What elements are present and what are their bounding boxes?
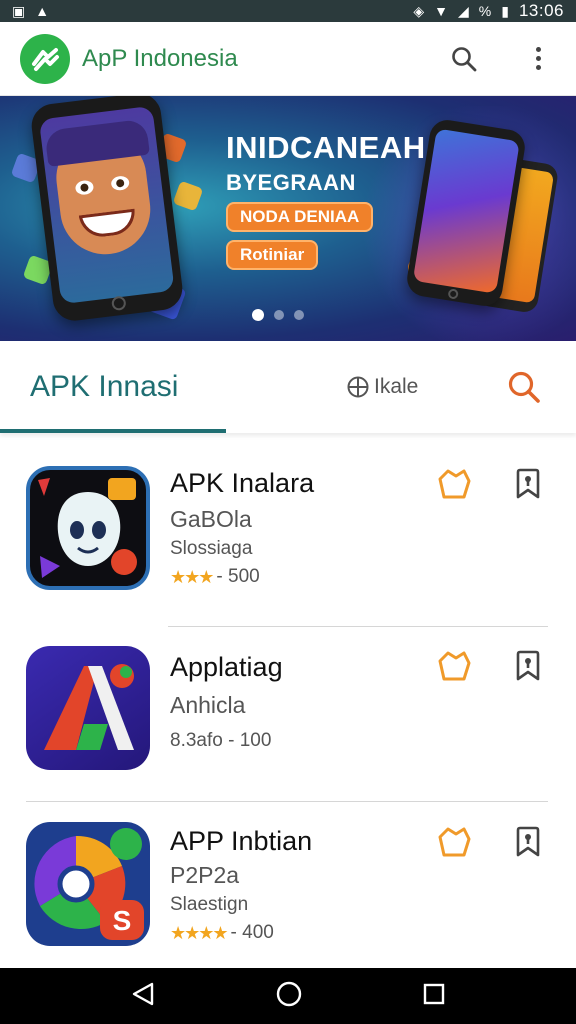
- app-icon-circle[interactable]: S: [26, 822, 150, 946]
- status-bar: ▣ ▲ ◈ ▼ ◢ % ▮ 13:06: [0, 0, 576, 22]
- svg-text:S: S: [113, 905, 132, 936]
- bookmark-button[interactable]: [510, 464, 546, 504]
- search-icon: [508, 371, 540, 403]
- list-item[interactable]: Applatiag Anhicla 8.3afo - 100: [0, 616, 576, 802]
- tab-search-button[interactable]: [502, 365, 546, 409]
- system-nav-bar: [0, 968, 576, 1024]
- bookmark-icon: [516, 650, 540, 681]
- back-button[interactable]: [130, 981, 156, 1012]
- app-category: Slaestign: [170, 894, 249, 915]
- favorite-button[interactable]: [434, 822, 474, 862]
- promo-banner[interactable]: INIDCANEAH BYEGRAAN NODA DENIAA Rotiniar: [0, 96, 576, 341]
- banner-title: INIDCANEAH: [226, 130, 426, 165]
- tab-bar: APK Innasi Ikale: [0, 341, 576, 433]
- status-left: ▣ ▲: [12, 4, 49, 18]
- tab-second-label: Ikale: [374, 375, 419, 398]
- banner-subtitle: BYEGRAAN: [226, 170, 356, 195]
- app-icon-ghost[interactable]: [26, 466, 150, 590]
- app-name[interactable]: APK Inalara: [170, 468, 314, 499]
- tag-icon: [438, 651, 471, 681]
- list-item[interactable]: APK Inalara GaBOla Slossiaga ★★★ - 500: [0, 440, 576, 627]
- bookmark-icon: [516, 468, 540, 499]
- app-meta: ★★★ - 500: [170, 566, 260, 588]
- battery-percent: %: [478, 3, 492, 19]
- logo-mark-icon: [32, 47, 59, 71]
- floating-box-icon: [172, 180, 204, 212]
- app-developer: GaBOla: [170, 506, 252, 532]
- app-title: ApP Indonesia: [82, 44, 238, 72]
- app-icon-a[interactable]: [26, 646, 150, 770]
- carousel-dot[interactable]: [294, 310, 304, 320]
- app-developer: Anhicla: [170, 692, 246, 718]
- tag-icon: [438, 469, 471, 499]
- favorite-button[interactable]: [434, 646, 474, 686]
- list-item[interactable]: S APP Inbtian P2P2a Slaestign ★★★★ - 400: [0, 792, 576, 962]
- app-screen: ▣ ▲ ◈ ▼ ◢ % ▮ 13:06 ApP Indonesia INIDCA…: [0, 0, 576, 1024]
- recents-button[interactable]: [422, 982, 446, 1011]
- tab-second[interactable]: Ikale: [346, 341, 418, 433]
- banner-primary-button[interactable]: NODA DENIAA: [226, 202, 374, 232]
- star-rating-icon: ★★★: [170, 566, 214, 587]
- carousel-indicator: [252, 309, 304, 321]
- globe-icon: [347, 376, 369, 398]
- phone-illustration-left: [29, 96, 185, 324]
- banner-secondary-button[interactable]: Rotiniar: [226, 240, 319, 270]
- vibrate-icon: ◈: [413, 3, 425, 19]
- clock: 13:06: [518, 1, 564, 20]
- app-downloads: - 500: [216, 566, 260, 587]
- bookmark-button[interactable]: [510, 646, 546, 686]
- app-downloads: 8.3afo - 100: [170, 730, 272, 751]
- app-developer: P2P2a: [170, 862, 240, 888]
- app-bar: ApP Indonesia: [0, 22, 576, 96]
- app-downloads: - 400: [230, 922, 274, 943]
- app-category: Slossiaga: [170, 538, 253, 559]
- status-right: ◈ ▼ ◢ % ▮ 13:06: [413, 1, 564, 21]
- battery-icon: ▮: [501, 3, 509, 19]
- app-notification-icon: ▲: [35, 3, 50, 19]
- home-button[interactable]: [275, 980, 303, 1013]
- tag-icon: [438, 827, 471, 857]
- star-rating-icon: ★★★★: [170, 922, 229, 943]
- more-options-button[interactable]: [516, 37, 560, 81]
- wifi-icon: ▼: [434, 3, 448, 19]
- app-name[interactable]: APP Inbtian: [170, 826, 312, 857]
- more-vert-icon: [535, 47, 541, 70]
- app-name[interactable]: Applatiag: [170, 652, 283, 683]
- tab-apk[interactable]: APK Innasi: [0, 341, 226, 433]
- recents-square-icon: [424, 983, 445, 1004]
- home-circle-icon: [276, 981, 302, 1006]
- app-logo[interactable]: [20, 33, 70, 84]
- carousel-dot-active[interactable]: [252, 309, 264, 321]
- back-triangle-icon: [132, 982, 153, 1005]
- signal-icon: ◢: [458, 3, 469, 19]
- app-meta: 8.3afo - 100: [170, 730, 271, 752]
- search-button[interactable]: [442, 37, 486, 81]
- notification-icon: ▣: [12, 3, 26, 19]
- bookmark-icon: [516, 826, 540, 857]
- app-meta: ★★★★ - 400: [170, 922, 274, 944]
- cartoon-face: [44, 118, 156, 260]
- carousel-dot[interactable]: [274, 310, 284, 320]
- favorite-button[interactable]: [434, 464, 474, 504]
- bookmark-button[interactable]: [510, 822, 546, 862]
- search-icon: [452, 46, 477, 71]
